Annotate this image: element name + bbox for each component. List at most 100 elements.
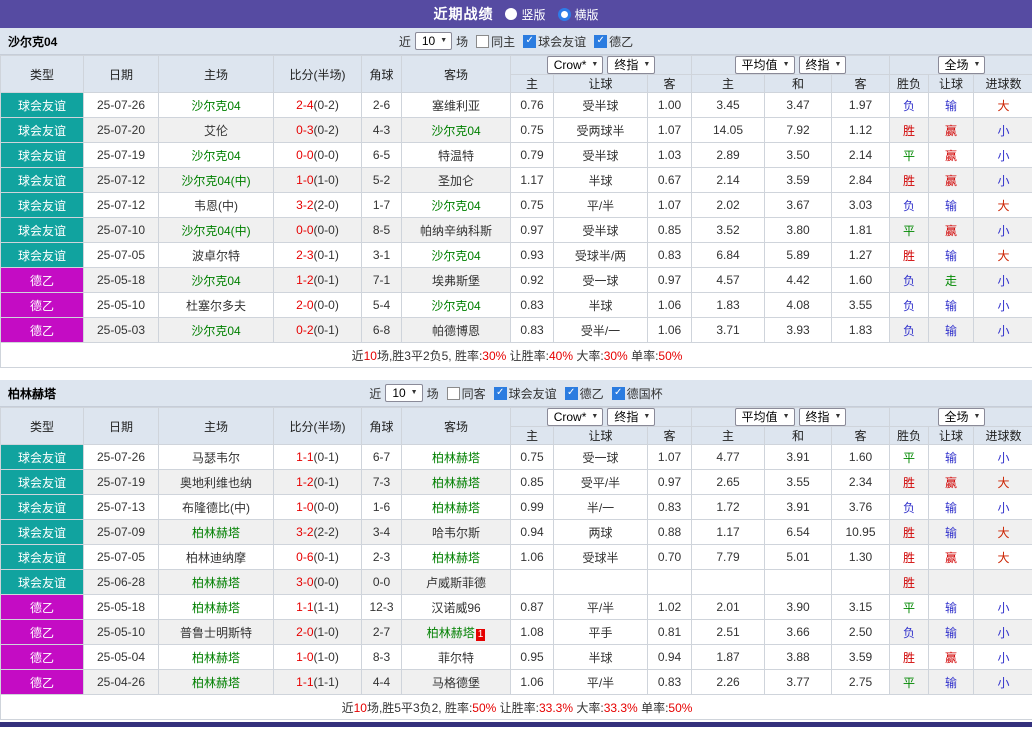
avg-odds-cell: 5.89 — [764, 242, 832, 268]
home-team: 柏林赫塔 — [191, 525, 240, 540]
away-cell: 柏林赫塔 — [401, 444, 511, 470]
result-goals-cell: 小 — [973, 292, 1032, 318]
avg-odds-cell: 1.81 — [830, 217, 891, 243]
checkbox[interactable] — [446, 386, 460, 400]
col-header: 主 — [691, 426, 765, 445]
filter-controls: 近 10 ▼ 场同客 ✓ 球会友谊 ✓ 德乙 ✓ 德国杯 — [369, 384, 663, 402]
avg-odds-cell: 1.83 — [691, 292, 765, 318]
final-odds-select[interactable]: 终指 ▼ — [607, 56, 656, 74]
filter-checkbox-2[interactable]: ✓ 德乙 — [594, 33, 633, 50]
checkbox[interactable]: ✓ — [523, 34, 537, 48]
chevron-down-icon: ▼ — [643, 61, 651, 68]
filter-checkbox-0[interactable]: 同客 — [446, 385, 486, 402]
summary-segment: 40% — [549, 348, 574, 363]
avg-odds-cell: 14.05 — [691, 117, 765, 143]
corner-cell: 6-8 — [361, 317, 402, 343]
avg-odds-cell: 1.12 — [830, 117, 891, 143]
final-odds-select-2[interactable]: 终指 ▼ — [798, 56, 847, 74]
results-table: 类型 日期 主场 比分(半场) 角球 客场 Crow* ▼ 终指 ▼ 平均值 ▼ 终指 ▼ 全场 ▼ 主让球客主… — [0, 55, 1032, 368]
half-score: (0-1) — [313, 450, 339, 464]
filter-checkbox-2[interactable]: ✓ 德乙 — [564, 385, 604, 402]
corner-cell: 2-6 — [361, 92, 402, 118]
date-cell: 25-07-12 — [83, 192, 159, 218]
score-cell: 1-0(1-0) — [273, 644, 362, 670]
col-header: 和 — [764, 426, 832, 445]
team-results-section: 柏林赫塔近 10 ▼ 场同客 ✓ 球会友谊 ✓ 德乙 ✓ 德国杯 类型 日期 主场 比分(半场) 角球 客场 C… — [0, 380, 1032, 720]
away-cell: 埃弗斯堡 — [401, 267, 511, 293]
summary-cell: 近10场,胜3平2负5, 胜率:30% 让胜率:40% 大率:30% 单率:50… — [0, 342, 1032, 368]
radio-label: 横版 — [574, 7, 599, 22]
col-header: 胜负 — [889, 426, 930, 445]
home-team: 布隆德比(中) — [182, 500, 250, 515]
match-row: 球会友谊 25-07-19 奥地利维也纳 1-2(0-1) 7-3 柏林赫塔 0.85 受平/… — [0, 469, 1032, 495]
date-cell: 25-05-18 — [83, 267, 159, 293]
chevron-down-icon: ▼ — [643, 413, 651, 420]
layout-radio-horizontal[interactable]: 横版 — [557, 6, 599, 23]
matches-label: 场 — [456, 34, 469, 49]
radio-selected-icon[interactable] — [557, 7, 571, 21]
away-team: 菲尔特 — [437, 650, 474, 665]
result-goals-cell: 大 — [973, 192, 1032, 218]
odds-cell: 1.07 — [647, 444, 692, 470]
filter-checkbox-1[interactable]: ✓ 球会友谊 — [493, 385, 557, 402]
checkbox[interactable]: ✓ — [564, 386, 578, 400]
result-goals-cell: 小 — [973, 494, 1032, 520]
recent-count-select[interactable]: 10 ▼ — [385, 384, 423, 402]
odds-cell: 1.06 — [647, 292, 692, 318]
final-odds-select-2[interactable]: 终指 ▼ — [798, 408, 847, 426]
filter-checkbox-3[interactable]: ✓ 德国杯 — [611, 385, 663, 402]
avg-odds-cell: 2.75 — [830, 669, 891, 695]
checkbox[interactable] — [476, 34, 490, 48]
home-team: 艾伦 — [203, 123, 228, 138]
team-name: 柏林赫塔 — [8, 386, 57, 401]
home-team: 杜塞尔多夫 — [185, 298, 246, 313]
col-header: 类型 — [0, 407, 84, 445]
date-cell: 25-05-10 — [83, 619, 159, 645]
corner-cell: 3-1 — [361, 242, 402, 268]
recent-count-select[interactable]: 10 ▼ — [414, 32, 453, 50]
scope-select[interactable]: 全场 ▼ — [937, 56, 986, 74]
corner-cell: 12-3 — [361, 594, 402, 620]
match-type-cell: 球会友谊 — [0, 469, 84, 495]
home-cell: 艾伦 — [158, 117, 274, 143]
checkbox-label: 同主 — [491, 34, 516, 49]
chevron-down-icon: ▼ — [782, 413, 790, 420]
radio-icon[interactable] — [505, 8, 518, 20]
checkbox[interactable]: ✓ — [611, 386, 625, 400]
half-score: (0-2) — [313, 123, 339, 137]
score-cell: 1-2(0-1) — [273, 469, 362, 495]
result-handicap-cell: 输 — [928, 444, 975, 470]
radio-label: 竖版 — [521, 7, 546, 22]
home-cell: 杜塞尔多夫 — [158, 292, 274, 318]
score-cell: 0-3(0-2) — [273, 117, 362, 143]
avg-select[interactable]: 平均值 ▼ — [734, 408, 795, 426]
summary-segment: 单率: — [627, 348, 659, 363]
avg-odds-cell: 3.47 — [764, 92, 832, 118]
final-odds-select[interactable]: 终指 ▼ — [607, 408, 656, 426]
avg-odds-cell: 1.97 — [830, 92, 891, 118]
odds-source-select[interactable]: Crow* ▼ — [546, 56, 604, 74]
handicap-cell: 半球 — [553, 292, 648, 318]
half-score: (1-1) — [313, 600, 339, 614]
checkbox[interactable]: ✓ — [594, 34, 608, 48]
result-handicap-cell: 赢 — [928, 142, 975, 168]
date-cell: 25-06-28 — [83, 569, 159, 595]
filter-checkbox-0[interactable]: 同主 — [476, 33, 515, 50]
avg-select[interactable]: 平均值 ▼ — [734, 56, 795, 74]
summary-segment: 让胜率: — [496, 700, 539, 715]
odds-source-select[interactable]: Crow* ▼ — [546, 408, 604, 426]
avg-odds-cell: 1.83 — [830, 317, 891, 343]
team-band: 柏林赫塔近 10 ▼ 场同客 ✓ 球会友谊 ✓ 德乙 ✓ 德国杯 — [0, 380, 1032, 407]
odds-cell: 0.95 — [510, 644, 554, 670]
home-cell: 韦恩(中) — [158, 192, 274, 218]
full-score: 0-6 — [296, 550, 314, 564]
handicap-cell: 平/半 — [553, 669, 648, 695]
result-goals-cell: 大 — [973, 519, 1032, 545]
filter-checkbox-1[interactable]: ✓ 球会友谊 — [523, 33, 586, 50]
layout-radio-vertical[interactable]: 竖版 — [505, 6, 546, 23]
checkbox[interactable]: ✓ — [493, 386, 507, 400]
result-handicap-cell: 输 — [928, 669, 975, 695]
full-score: 1-2 — [296, 475, 314, 489]
col-header: 主 — [510, 426, 554, 445]
scope-select[interactable]: 全场 ▼ — [937, 408, 986, 426]
